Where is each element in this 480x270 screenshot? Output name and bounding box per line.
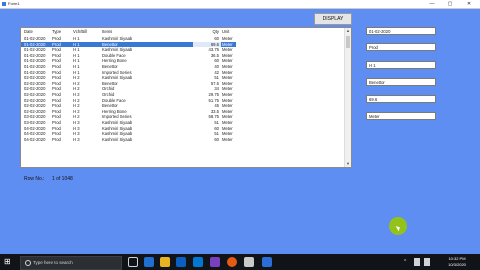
mouse-cursor-highlight <box>389 217 407 235</box>
close-button[interactable]: ✕ <box>461 0 477 8</box>
column-header-vch-bill[interactable]: Vch/Bill <box>73 29 101 35</box>
window-title: Form1 <box>8 1 20 6</box>
row-number-label: Row No.: <box>24 176 45 182</box>
cell-type: Prod <box>52 136 61 142</box>
search-icon <box>25 260 31 266</box>
firefox-icon[interactable] <box>227 257 237 267</box>
visual-studio-icon[interactable] <box>210 257 220 267</box>
maximize-button[interactable]: ▢ <box>442 0 458 8</box>
windows-start-icon[interactable]: ⊞ <box>4 258 12 266</box>
unit-field[interactable]: Meter <box>366 112 436 120</box>
network-icon[interactable] <box>414 258 420 266</box>
edge-icon[interactable] <box>144 257 154 267</box>
file-explorer-icon[interactable] <box>160 257 170 267</box>
mail-icon[interactable] <box>193 257 203 267</box>
pointer-icon <box>395 224 402 232</box>
display-button[interactable]: DISPLAY <box>314 13 352 25</box>
title-bar: Form1 — ▢ ✕ <box>0 0 480 9</box>
tray-chevron-up-icon[interactable]: ^ <box>404 259 406 265</box>
cell-qty: 60 <box>214 136 219 142</box>
column-header-items[interactable]: Items <box>102 29 192 35</box>
search-placeholder: Type here to search <box>33 260 73 265</box>
minimize-button[interactable]: — <box>424 0 440 8</box>
store-icon[interactable] <box>176 257 186 267</box>
cell-unit: Meter <box>222 136 233 142</box>
cell-date: 04-02-2020 <box>24 136 46 142</box>
scroll-down-icon[interactable]: ▼ <box>345 161 351 167</box>
column-header-unit[interactable]: Unit <box>222 29 248 35</box>
column-header-date[interactable]: Date <box>24 29 52 35</box>
app-icon-generic[interactable] <box>244 257 254 267</box>
volume-icon[interactable] <box>424 258 430 266</box>
cell-vch-bill: H 3 <box>73 136 80 142</box>
qty-field[interactable]: 69.6 <box>366 95 436 103</box>
task-view-icon[interactable] <box>128 257 138 267</box>
scroll-up-icon[interactable]: ▲ <box>345 28 351 34</box>
app-icon <box>2 2 6 6</box>
date-field[interactable]: 01-02-2020 <box>366 27 436 35</box>
vch-bill-field[interactable]: H 1 <box>366 61 436 69</box>
taskbar-search-box[interactable]: Type here to search <box>20 256 122 270</box>
taskbar-clock[interactable]: 10:32 PM 10/3/2020 <box>440 256 474 268</box>
cell-item: Kashmiri Siyaab <box>102 136 133 142</box>
column-header-type[interactable]: Type <box>52 29 72 35</box>
form-app-taskbar-icon[interactable] <box>262 257 272 267</box>
grid-header: Date Type Vch/Bill Items Qty Unit <box>21 29 351 35</box>
type-field[interactable]: Prod <box>366 43 436 51</box>
clock-date: 10/3/2020 <box>448 262 466 267</box>
scrollbar-thumb[interactable] <box>346 36 350 48</box>
grid-vertical-scrollbar[interactable]: ▲ ▼ <box>344 28 351 167</box>
item-field[interactable]: Benettor <box>366 78 436 86</box>
row-number-value: 1 of 1048 <box>51 176 73 182</box>
data-grid[interactable]: Date Type Vch/Bill Items Qty Unit 01-02-… <box>20 27 352 168</box>
table-row[interactable]: 04-02-2020 Prod H 3 Kashmiri Siyaab 60 Meter <box>21 137 236 143</box>
column-header-qty[interactable]: Qty <box>193 29 221 35</box>
taskbar: ⊞ Type here to search ^ 10:32 PM 10/3/20… <box>0 254 480 270</box>
row-number-status: Row No.: 1 of 1048 <box>24 176 73 182</box>
